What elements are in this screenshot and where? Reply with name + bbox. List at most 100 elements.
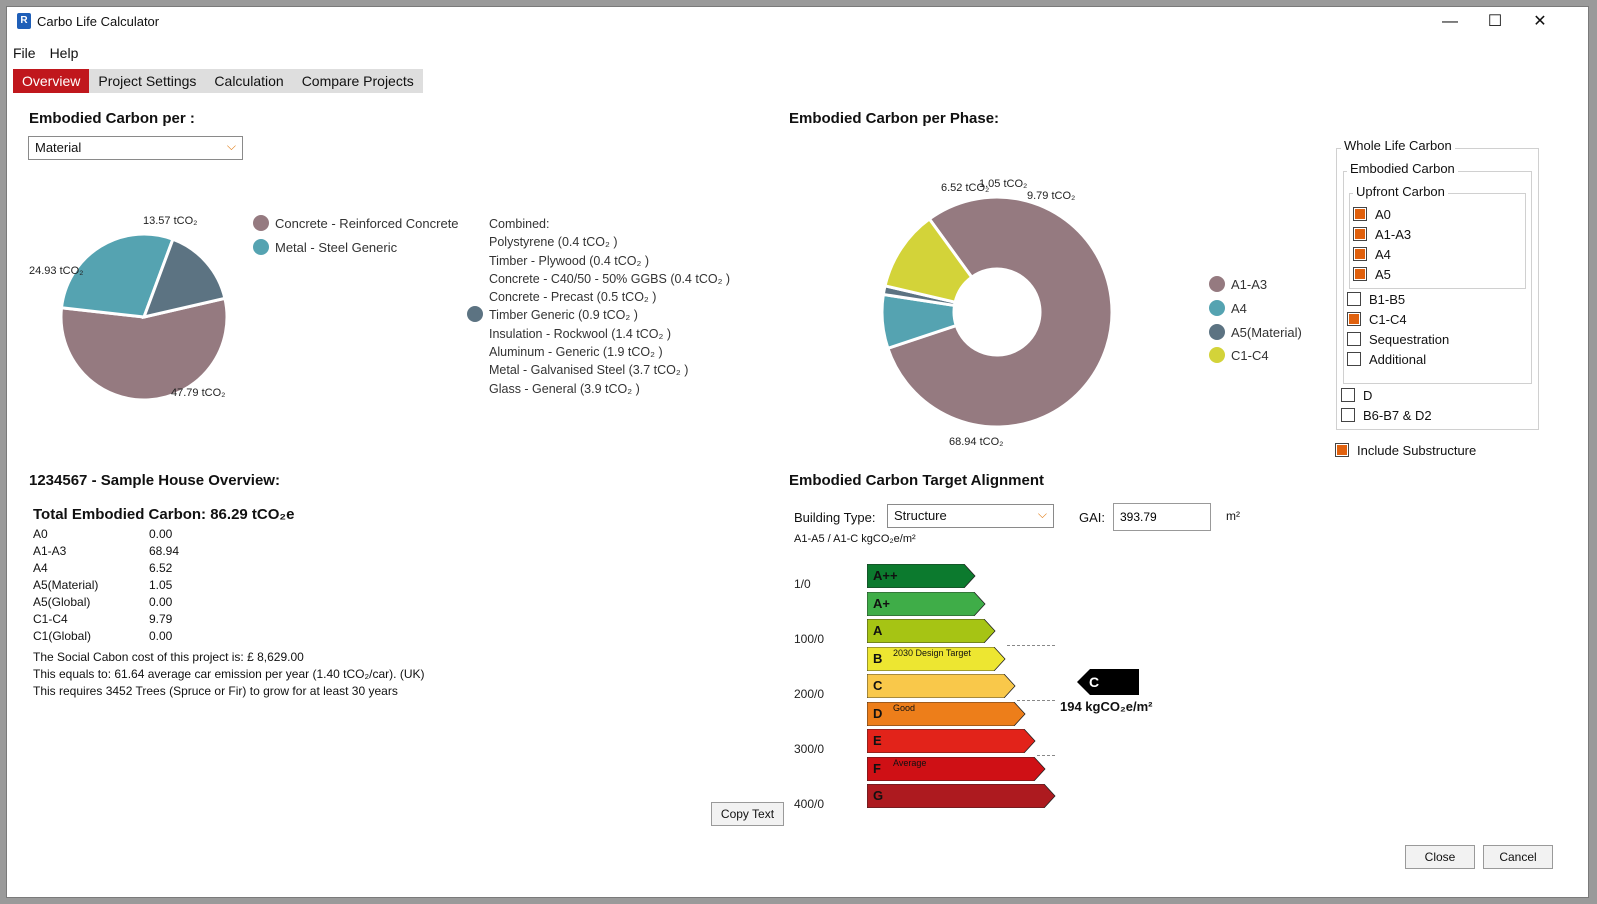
checkbox-box[interactable] (1341, 408, 1355, 422)
trees-text: This requires 3452 Trees (Spruce or Fir)… (33, 684, 398, 698)
tab-overview[interactable]: Overview (13, 69, 90, 93)
overview-heading: 1234567 - Sample House Overview: (29, 472, 280, 489)
result-letter: C (1089, 674, 1100, 690)
phase-row-label: A0 (33, 526, 48, 541)
window-title: Carbo Life Calculator (37, 14, 160, 29)
checkbox-box[interactable] (1335, 443, 1349, 457)
building-type-value: Structure (894, 508, 947, 523)
legend-swatch (253, 215, 269, 231)
pie2-label-a5: 1.05 tCO₂ (979, 178, 1028, 190)
checkbox-sequestration[interactable]: Sequestration (1347, 329, 1449, 349)
checkbox-b6b7-d2[interactable]: B6-B7 & D2 (1341, 405, 1432, 425)
tab-compare-projects[interactable]: Compare Projects (293, 69, 423, 93)
cancel-button[interactable]: Cancel (1483, 845, 1553, 869)
checkbox-label: A5 (1375, 266, 1391, 282)
rating-band-aplus: A+ (867, 591, 986, 616)
legend-label: Concrete - Reinforced Concrete (275, 215, 459, 231)
checkbox-a0[interactable]: A0 (1353, 204, 1411, 224)
checkbox-box[interactable] (1353, 267, 1367, 281)
rating-band-g: G (867, 784, 1056, 808)
checkbox-box[interactable] (1347, 332, 1361, 346)
checkbox-a5[interactable]: A5 (1353, 264, 1411, 284)
phase-row-label: A4 (33, 560, 48, 575)
minimize-button[interactable]: — (1427, 7, 1473, 37)
checkbox-b1b5[interactable]: B1-B5 (1347, 289, 1449, 309)
rating-band-letter: G (873, 788, 884, 803)
dashed-marker (1007, 645, 1055, 646)
y-label: 1/0 (794, 577, 811, 591)
rating-band-shape (867, 674, 1016, 698)
combined-item: Timber - Plywood (0.4 tCO₂ ) (489, 253, 649, 268)
checkbox-include-substructure[interactable]: Include Substructure (1335, 440, 1476, 460)
rating-band-letter: B (873, 650, 883, 666)
legend-swatch (1209, 347, 1225, 363)
gai-input[interactable] (1113, 503, 1211, 531)
phase-row-value: 68.94 (149, 543, 180, 558)
target-heading: Embodied Carbon Target Alignment (789, 472, 1045, 489)
checkbox-box[interactable] (1353, 207, 1367, 221)
checkbox-label: B6-B7 & D2 (1363, 407, 1432, 423)
rating-band-note: 2030 Design Target (893, 647, 971, 658)
close-window-button[interactable]: ✕ (1517, 7, 1563, 37)
gai-label: GAI: (1079, 510, 1106, 525)
phase-row: A1-A3 68.94 (33, 542, 179, 559)
rating-band-b: B 2030 Design Target (867, 646, 1006, 671)
legend-item-steel: Metal - Steel Generic (253, 239, 397, 255)
checkbox-label: D (1363, 387, 1373, 403)
building-type-dropdown[interactable]: Structure ⌵ (887, 504, 1054, 528)
embodied-carbon-title: Embodied Carbon (1347, 161, 1458, 176)
legend-label: C1-C4 (1231, 347, 1269, 363)
legend-label: A5(Material) (1231, 324, 1302, 340)
result-rating-arrow (1077, 669, 1139, 695)
menu-file[interactable]: File (13, 45, 36, 61)
legend-swatch (253, 239, 269, 255)
rating-band-shape (867, 701, 1026, 726)
phase-row-value: 9.79 (149, 611, 173, 626)
material-dropdown[interactable]: Material ⌵ (28, 136, 243, 160)
combined-item: Insulation - Rockwool (1.4 tCO₂ ) (489, 326, 672, 341)
wlc-checkbox-list: D B6-B7 & D2 (1341, 385, 1432, 425)
maximize-button[interactable]: ☐ (1472, 7, 1518, 37)
checkbox-additional[interactable]: Additional (1347, 349, 1449, 369)
checkbox-box[interactable] (1347, 312, 1361, 326)
phase-row: A0 0.00 (33, 525, 179, 542)
checkbox-label: Sequestration (1369, 331, 1450, 347)
material-dropdown-value: Material (35, 140, 82, 155)
total-embodied-carbon: Total Embodied Carbon: 86.29 tCO₂e (33, 506, 295, 523)
phase-table: A0 0.00 A1-A3 68.94 A4 6.52 A5(Material) 1.05 A5… (33, 525, 179, 644)
rating-band-aplusplus: A++ (867, 564, 976, 588)
checkbox-c1c4[interactable]: C1-C4 (1347, 309, 1449, 329)
checkbox-label: B1-B5 (1369, 291, 1406, 307)
upfront-carbon-title: Upfront Carbon (1353, 184, 1448, 199)
tab-calculation[interactable]: Calculation (205, 69, 292, 93)
rating-band-letter: F (873, 760, 881, 776)
checkbox-box[interactable] (1353, 227, 1367, 241)
combined-item: Concrete - C40/50 - 50% GGBS (0.4 tCO₂ ) (489, 271, 731, 286)
tab-project-settings[interactable]: Project Settings (89, 69, 205, 93)
close-button[interactable]: Close (1405, 845, 1475, 869)
upfront-checkbox-list: A0 A1-A3 A4 A5 (1353, 204, 1411, 284)
checkbox-box[interactable] (1341, 388, 1355, 402)
combined-item: Metal - Galvanised Steel (3.7 tCO₂ ) (489, 363, 689, 378)
material-heading: Embodied Carbon per : (29, 110, 195, 127)
phase-row-value: 6.52 (149, 560, 173, 575)
checkbox-d[interactable]: D (1341, 385, 1432, 405)
checkbox-box[interactable] (1353, 247, 1367, 261)
checkbox-a1a3[interactable]: A1-A3 (1353, 224, 1411, 244)
rating-band-letter: D (873, 705, 883, 721)
copy-text-button[interactable]: Copy Text (711, 802, 784, 826)
checkbox-a4[interactable]: A4 (1353, 244, 1411, 264)
overview-summary: Total Embodied Carbon: 86.29 tCO₂e A0 0.0… (33, 506, 593, 698)
checkbox-box[interactable] (1347, 352, 1361, 366)
rating-band-letter: C (873, 678, 883, 693)
y-label: 400/0 (794, 797, 825, 811)
legend-item-concrete: Concrete - Reinforced Concrete (253, 215, 459, 231)
title-bar: R Carbo Life Calculator — ☐ ✕ (7, 7, 1588, 37)
embodied-checkbox-list: B1-B5 C1-C4 Sequestration Additional (1347, 289, 1449, 369)
combined-title: Combined: (489, 217, 550, 231)
menu-help[interactable]: Help (50, 45, 79, 61)
app-icon: R (17, 13, 31, 29)
checkbox-box[interactable] (1347, 292, 1361, 306)
phase-row: A5(Material) 1.05 (33, 576, 179, 593)
legend-swatch (1209, 300, 1225, 316)
